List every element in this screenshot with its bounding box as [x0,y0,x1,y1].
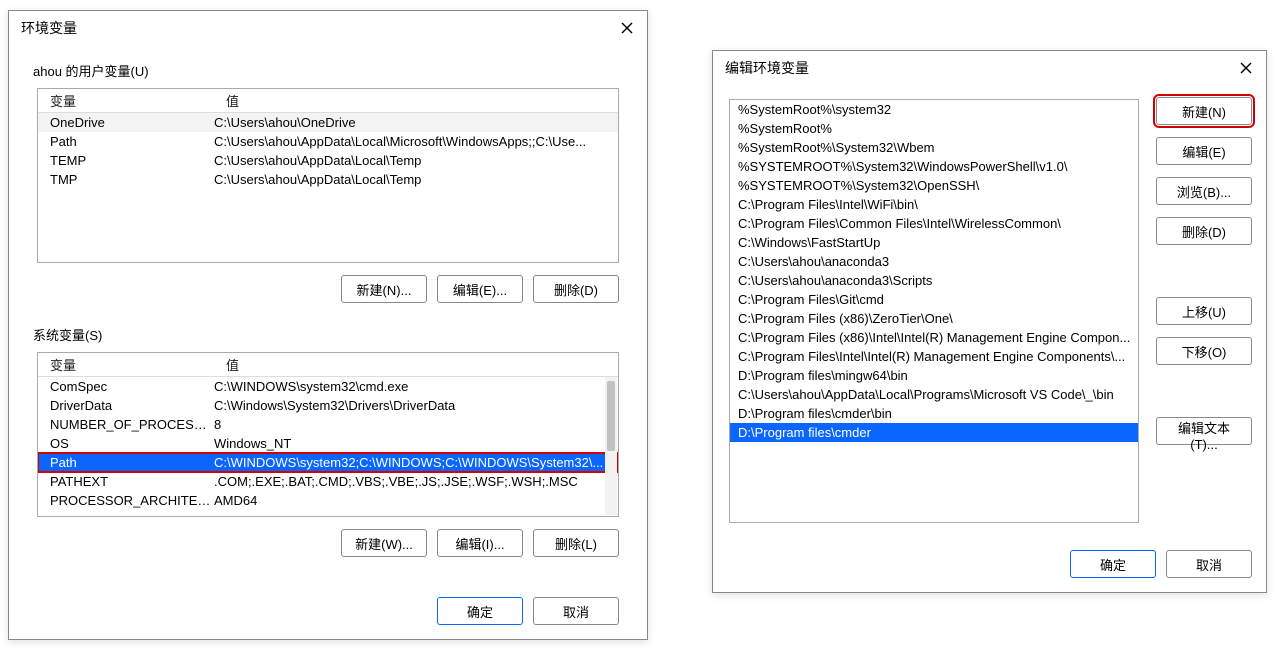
var-name: Path [38,455,214,470]
col-header-value[interactable]: 值 [214,91,618,110]
titlebar: 编辑环境变量 [713,51,1266,85]
var-value: C:\Users\ahou\AppData\Local\Temp [214,172,618,187]
table-row[interactable]: PathC:\Users\ahou\AppData\Local\Microsof… [38,132,618,151]
path-entries-list[interactable]: %SystemRoot%\system32%SystemRoot%%System… [729,99,1139,523]
path-entry[interactable]: C:\Program Files (x86)\Intel\Intel(R) Ma… [730,328,1138,347]
var-name: NUMBER_OF_PROCESSORS [38,417,214,432]
path-entry[interactable]: C:\Windows\FastStartUp [730,233,1138,252]
table-row[interactable]: ComSpecC:\WINDOWS\system32\cmd.exe [38,377,618,396]
move-up-button[interactable]: 上移(U) [1156,297,1252,325]
path-entry[interactable]: %SYSTEMROOT%\System32\OpenSSH\ [730,176,1138,195]
path-entry[interactable]: C:\Users\ahou\anaconda3 [730,252,1138,271]
table-row[interactable]: PATHEXT.COM;.EXE;.BAT;.CMD;.VBS;.VBE;.JS… [38,472,618,491]
path-entry[interactable]: C:\Program Files (x86)\ZeroTier\One\ [730,309,1138,328]
list-header: 变量 值 [38,89,618,113]
edit-text-button[interactable]: 编辑文本(T)... [1156,417,1252,445]
edit-env-variable-dialog: 编辑环境变量 %SystemRoot%\system32%SystemRoot%… [712,50,1267,593]
cancel-button[interactable]: 取消 [1166,550,1252,578]
ok-button[interactable]: 确定 [1070,550,1156,578]
close-icon[interactable] [1226,51,1266,85]
user-delete-button[interactable]: 删除(D) [533,275,619,303]
sys-edit-button[interactable]: 编辑(I)... [437,529,523,557]
path-entry[interactable]: %SYSTEMROOT%\System32\WindowsPowerShell\… [730,157,1138,176]
scrollbar-thumb[interactable] [607,381,615,451]
ok-button[interactable]: 确定 [437,597,523,625]
table-row[interactable]: OSWindows_NT [38,434,618,453]
path-entry[interactable]: %SystemRoot%\System32\Wbem [730,138,1138,157]
var-name: ComSpec [38,379,214,394]
var-name: TMP [38,172,214,187]
var-name: PATHEXT [38,474,214,489]
var-value: C:\WINDOWS\system32;C:\WINDOWS;C:\WINDOW… [214,455,618,470]
user-new-button[interactable]: 新建(N)... [341,275,427,303]
var-name: Path [38,134,214,149]
path-entry[interactable]: C:\Users\ahou\AppData\Local\Programs\Mic… [730,385,1138,404]
close-icon[interactable] [607,11,647,45]
path-entry[interactable]: D:\Program files\mingw64\bin [730,366,1138,385]
browse-button[interactable]: 浏览(B)... [1156,177,1252,205]
var-name: OS [38,436,214,451]
var-name: TEMP [38,153,214,168]
var-value: AMD64 [214,493,618,508]
sys-new-button[interactable]: 新建(W)... [341,529,427,557]
var-name: PROCESSOR_ARCHITECTURE [38,493,214,508]
var-name: OneDrive [38,115,214,130]
var-value: C:\Users\ahou\OneDrive [214,115,618,130]
table-row[interactable]: PathC:\WINDOWS\system32;C:\WINDOWS;C:\WI… [38,453,618,472]
dialog-title: 编辑环境变量 [725,58,1226,78]
var-value: 8 [214,417,618,432]
col-header-value[interactable]: 值 [214,355,618,374]
path-entry[interactable]: %SystemRoot%\system32 [730,100,1138,119]
var-value: C:\Windows\System32\Drivers\DriverData [214,398,618,413]
sys-delete-button[interactable]: 删除(L) [533,529,619,557]
scrollbar[interactable] [605,377,617,515]
col-header-name[interactable]: 变量 [38,355,214,374]
var-value: C:\WINDOWS\system32\cmd.exe [214,379,618,394]
user-edit-button[interactable]: 编辑(E)... [437,275,523,303]
table-row[interactable]: PROCESSOR_ARCHITECTUREAMD64 [38,491,618,510]
edit-button[interactable]: 编辑(E) [1156,137,1252,165]
table-row[interactable]: DriverDataC:\Windows\System32\Drivers\Dr… [38,396,618,415]
env-variables-dialog: 环境变量 ahou 的用户变量(U) 变量 值 OneDriveC:\Users… [8,10,648,640]
var-value: Windows_NT [214,436,618,451]
path-entry[interactable]: C:\Program Files\Intel\Intel(R) Manageme… [730,347,1138,366]
list-header: 变量 值 [38,353,618,377]
table-row[interactable]: TMPC:\Users\ahou\AppData\Local\Temp [38,170,618,189]
cancel-button[interactable]: 取消 [533,597,619,625]
user-vars-buttons: 新建(N)... 编辑(E)... 删除(D) [37,275,619,303]
user-vars-label: ahou 的用户变量(U) [33,61,631,80]
var-name: DriverData [38,398,214,413]
path-entry[interactable]: %SystemRoot% [730,119,1138,138]
move-down-button[interactable]: 下移(O) [1156,337,1252,365]
dialog-title: 环境变量 [21,18,607,38]
delete-button[interactable]: 删除(D) [1156,217,1252,245]
table-row[interactable]: NUMBER_OF_PROCESSORS8 [38,415,618,434]
titlebar: 环境变量 [9,11,647,45]
sys-vars-list[interactable]: 变量 值 ComSpecC:\WINDOWS\system32\cmd.exeD… [37,352,619,517]
path-entry[interactable]: C:\Users\ahou\anaconda3\Scripts [730,271,1138,290]
table-row[interactable]: OneDriveC:\Users\ahou\OneDrive [38,113,618,132]
side-buttons: 新建(N) 编辑(E) 浏览(B)... 删除(D) 上移(U) 下移(O) 编… [1156,97,1252,445]
dialog-footer: 确定 取消 [37,597,619,625]
dialog-footer: 确定 取消 [1070,550,1252,578]
path-entry[interactable]: C:\Program Files\Intel\WiFi\bin\ [730,195,1138,214]
sys-vars-buttons: 新建(W)... 编辑(I)... 删除(L) [37,529,619,557]
path-entry[interactable]: C:\Program Files\Common Files\Intel\Wire… [730,214,1138,233]
var-value: .COM;.EXE;.BAT;.CMD;.VBS;.VBE;.JS;.JSE;.… [214,474,618,489]
sys-vars-label: 系统变量(S) [33,325,631,344]
path-entry[interactable]: D:\Program files\cmder [730,423,1138,442]
col-header-name[interactable]: 变量 [38,91,214,110]
var-value: C:\Users\ahou\AppData\Local\Temp [214,153,618,168]
path-entry[interactable]: C:\Program Files\Git\cmd [730,290,1138,309]
var-value: C:\Users\ahou\AppData\Local\Microsoft\Wi… [214,134,618,149]
table-row[interactable]: TEMPC:\Users\ahou\AppData\Local\Temp [38,151,618,170]
user-vars-list[interactable]: 变量 值 OneDriveC:\Users\ahou\OneDrivePathC… [37,88,619,263]
new-button[interactable]: 新建(N) [1156,97,1252,125]
path-entry[interactable]: D:\Program files\cmder\bin [730,404,1138,423]
